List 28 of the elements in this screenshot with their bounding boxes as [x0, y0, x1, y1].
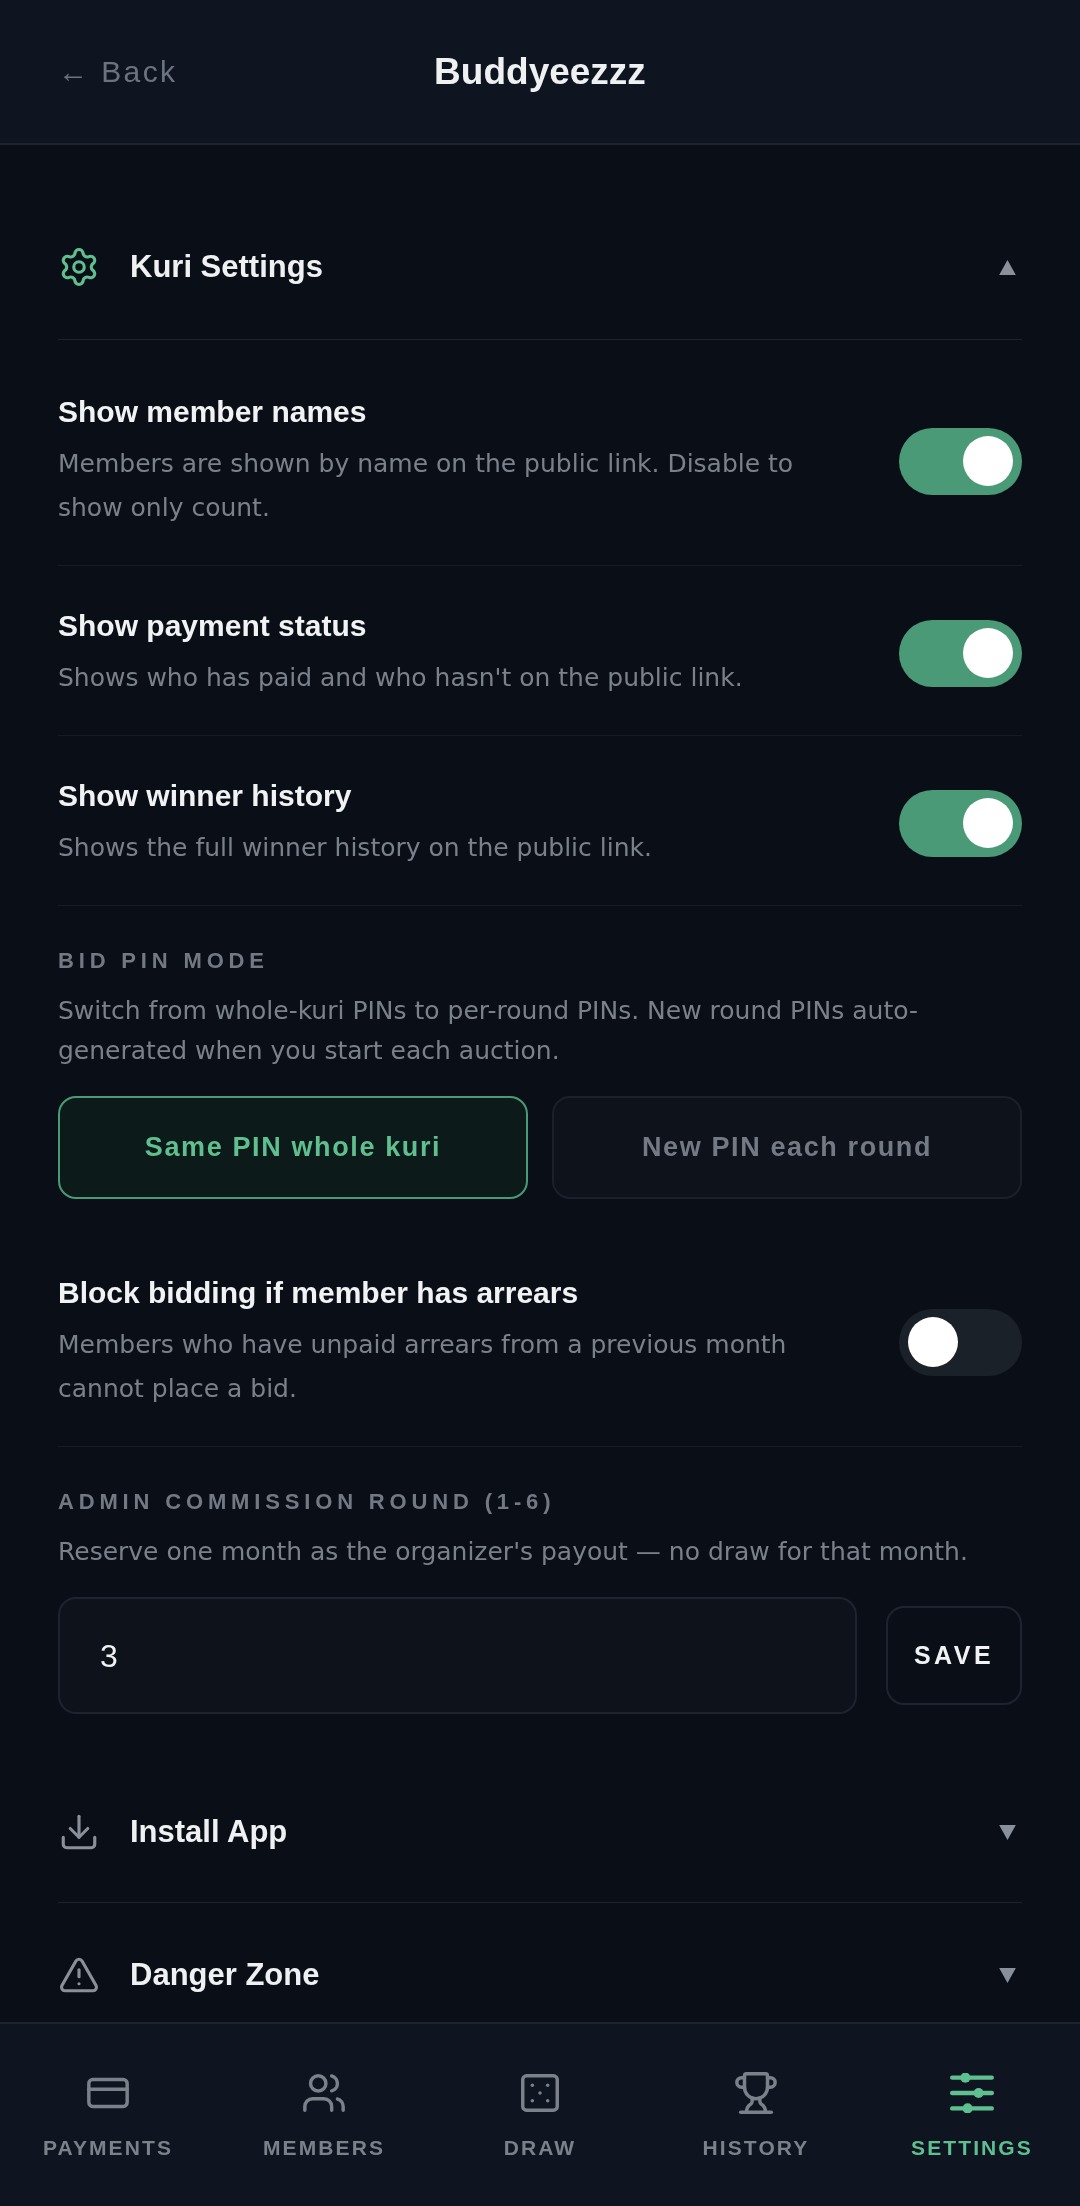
pin-mode-option[interactable]: Same PIN whole kuri — [58, 1096, 528, 1199]
setting-title: Show member names — [58, 394, 368, 430]
nav-tab[interactable]: DRAW — [432, 2024, 648, 2206]
section-header[interactable]: Install App — [58, 1786, 1022, 1878]
section-header[interactable]: Danger Zone — [58, 1929, 1022, 2021]
section-label: ADMIN COMMISSION ROUND (1-6) — [58, 1488, 557, 1516]
number-input[interactable]: 3 — [58, 1597, 857, 1714]
back-link[interactable]: ← Back — [58, 49, 178, 94]
pin-mode-option[interactable]: New PIN each round — [552, 1096, 1022, 1199]
section-label: BID PIN MODE — [58, 947, 270, 975]
nav-tab[interactable]: SETTINGS — [864, 2024, 1080, 2206]
nav-tab[interactable]: MEMBERS — [216, 2024, 432, 2206]
setting-description: Members who have unpaid arrears from a previous month cannot place a bid. — [58, 1329, 788, 1405]
sliders-icon — [950, 2073, 994, 2113]
nav-tab[interactable]: HISTORY — [648, 2024, 864, 2206]
trophy-icon — [733, 2070, 779, 2116]
save-button[interactable]: SAVE — [886, 1606, 1022, 1705]
setting-title: Show winner history — [58, 778, 353, 814]
section-description: Switch from whole-kuri PINs to per-round PINs. New round PINs auto-generated when you start each auction. — [58, 995, 919, 1067]
setting-description: Shows who has paid and who hasn't on the public link. — [58, 662, 744, 694]
setting-description: Shows the full winner history on the public link. — [58, 832, 653, 864]
setting-title: Show payment status — [58, 608, 368, 644]
section-description: Reserve one month as the organizer's payout — no draw for that month. — [58, 1536, 969, 1568]
setting-description: Members are shown by name on the public link. Disable to show only count. — [58, 448, 795, 524]
setting-title: Block bidding if member has arrears — [58, 1275, 580, 1311]
nav-tab[interactable]: PAYMENTS — [0, 2024, 216, 2206]
section-header[interactable]: Kuri Settings — [58, 221, 1022, 313]
page-title: Buddyeezzz — [434, 49, 646, 94]
